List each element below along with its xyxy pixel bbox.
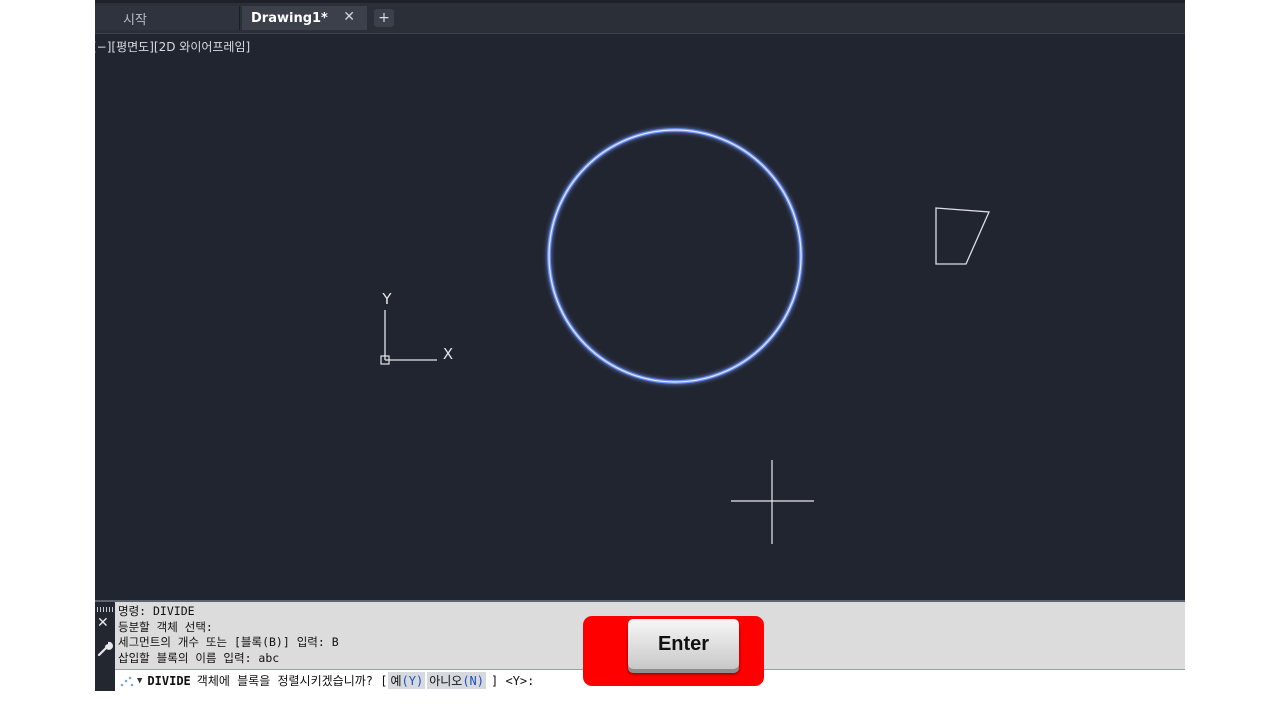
file-tab-bar: 시작 Drawing1* ✕ + <box>95 0 1185 34</box>
option-yes[interactable]: 예(Y) <box>388 672 426 689</box>
autocad-window: 시작 Drawing1* ✕ + [−][평면도][2D 와이어프레임] Y X <box>95 0 1185 691</box>
prompt-text: 객체에 블록을 정렬시키겠습니까? [ <box>196 674 388 688</box>
option-no[interactable]: 아니오(N) <box>427 672 487 689</box>
crosshair-cursor <box>731 460 814 544</box>
tab-drawing1[interactable]: Drawing1* ✕ <box>242 6 367 30</box>
selected-circle[interactable] <box>547 128 803 384</box>
enter-key-overlay: Enter <box>583 616 764 686</box>
flag-shape[interactable] <box>935 207 990 265</box>
history-line: 세그먼트의 개수 또는 [블록(B)] 입력: B <box>118 635 339 649</box>
tab-start[interactable]: 시작 <box>95 6 240 30</box>
close-icon[interactable]: ✕ <box>343 9 355 25</box>
ucs-y-label: Y <box>381 290 392 308</box>
tab-drawing1-label: Drawing1* <box>251 10 328 26</box>
history-line: 등분할 객체 선택: <box>118 619 213 634</box>
add-tab-button[interactable]: + <box>374 9 394 27</box>
close-icon[interactable]: ✕ <box>97 615 109 631</box>
grip-handle-icon[interactable] <box>97 607 113 612</box>
wrench-icon[interactable] <box>96 639 114 657</box>
active-command: DIVIDE <box>147 673 191 688</box>
command-line-sidebar: ✕ <box>95 602 115 691</box>
command-search-icon[interactable] <box>117 673 137 689</box>
command-history: 명령: DIVIDE 등분할 객체 선택: 세그먼트의 개수 또는 [블록(B)… <box>118 604 339 666</box>
ucs-icon: Y X <box>380 290 453 365</box>
history-line: 명령: DIVIDE <box>118 604 195 618</box>
history-line: 삽입할 블록의 이름 입력: abc <box>118 650 280 665</box>
enter-key: Enter <box>628 619 739 669</box>
tab-start-label: 시작 <box>123 12 147 28</box>
prompt-suffix: ] <Y>: <box>491 673 535 688</box>
ucs-x-label: X <box>443 345 453 363</box>
drawing-canvas[interactable]: Y X <box>95 34 1185 600</box>
chevron-down-icon[interactable]: ▼ <box>137 676 142 686</box>
